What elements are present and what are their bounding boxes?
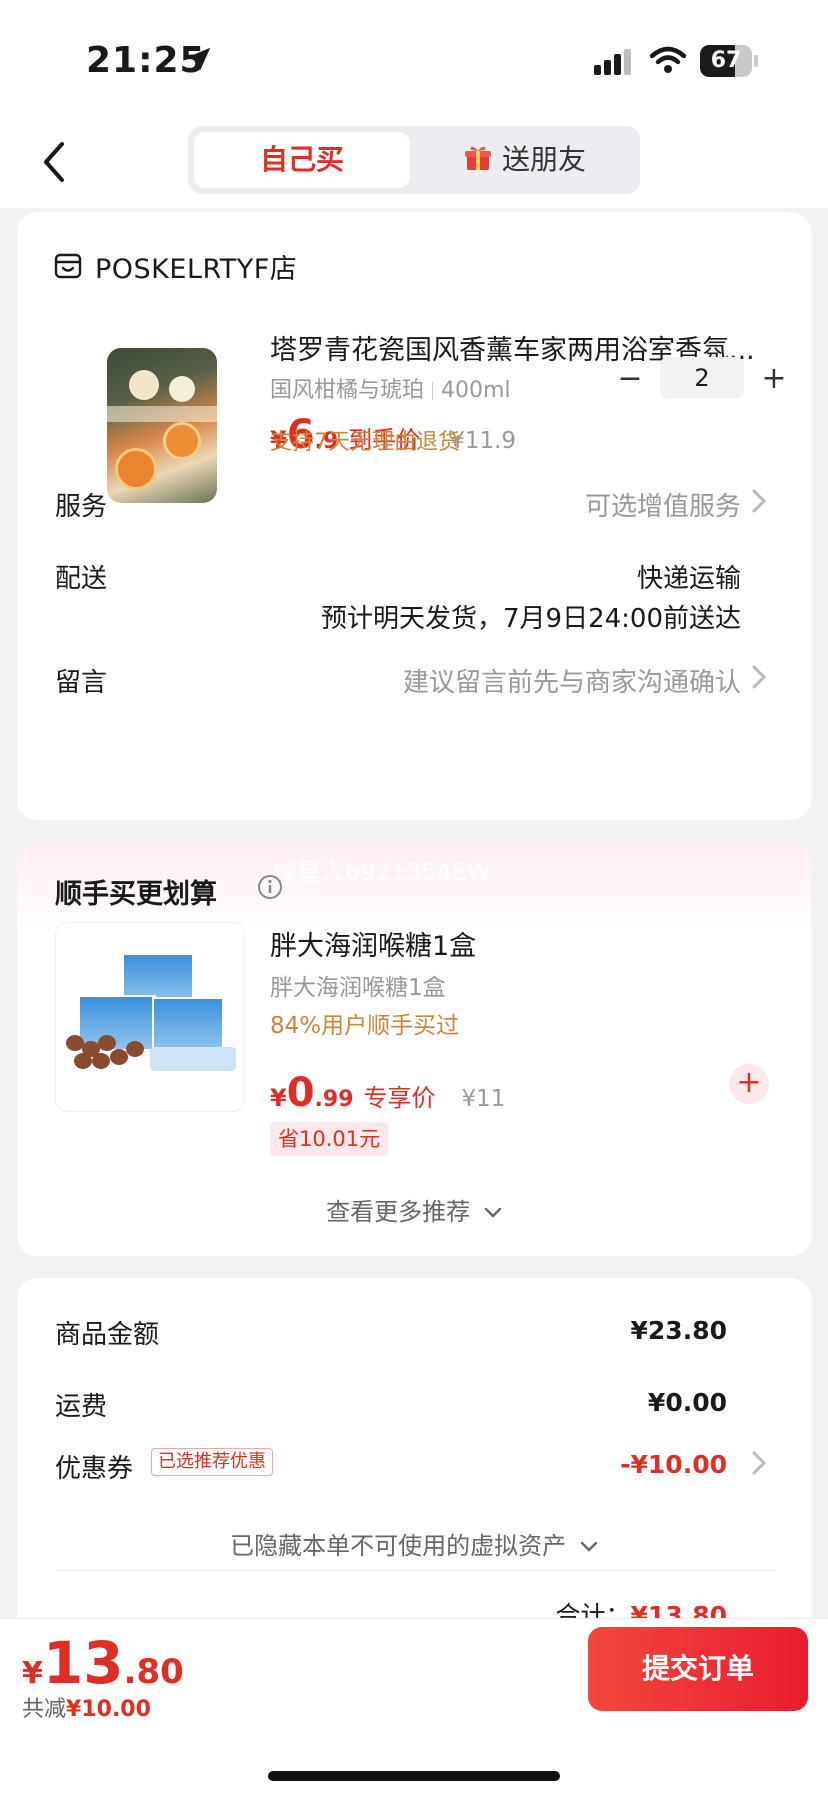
submit-order-button[interactable]: 提交订单 (588, 1627, 808, 1711)
tab-send-to-friend[interactable]: 送朋友 (416, 132, 634, 188)
divider (55, 1570, 775, 1571)
hidden-assets-toggle[interactable]: 已隐藏本单不可使用的虚拟资产 (17, 1526, 811, 1561)
coupon-value[interactable]: -¥10.00 (620, 1450, 727, 1479)
signal-icon (594, 49, 631, 75)
original-price: ¥11 (461, 1086, 506, 1112)
addon-popularity: 84%用户顺手买过 (270, 1013, 460, 1039)
watermark: 慢星人6921354EW (273, 858, 491, 886)
chevron-left-icon[interactable] (40, 140, 70, 184)
delivery-method: 快递运输 (636, 564, 741, 594)
note-label: 留言 (55, 668, 108, 698)
addon-product-image[interactable] (55, 922, 245, 1112)
hidden-assets-label: 已隐藏本单不可使用的虚拟资产 (230, 1532, 567, 1560)
delivery-eta: 预计明天发货，7月9日24:00前送达 (320, 604, 741, 634)
tab-send-to-friend-label: 送朋友 (501, 143, 586, 176)
order-card: POSKELRTYF店 塔罗青花瓷国风香薰车家两用浴室香氛... 国风柑橘与琥珀… (17, 212, 811, 820)
price-decimal: .80 (123, 1652, 184, 1692)
add-addon-button[interactable]: + (729, 1064, 769, 1104)
price-tag: 专享价 (363, 1084, 436, 1112)
addon-price: ¥ 0 .99 专享价 ¥11 (270, 1070, 505, 1116)
shipping-label: 运费 (55, 1392, 108, 1422)
goods-amount-label: 商品金额 (55, 1320, 160, 1350)
goods-amount-value: ¥23.80 (630, 1316, 727, 1345)
more-recommendations-link[interactable]: 查看更多推荐 (17, 1192, 811, 1227)
service-value[interactable]: 可选增值服务 (585, 486, 741, 523)
chevron-down-icon (484, 1207, 502, 1218)
chevron-right-icon[interactable] (751, 488, 767, 514)
decrease-quantity-button[interactable]: − (610, 361, 650, 396)
service-label: 服务 (55, 492, 108, 522)
savings-value: ¥10.00 (66, 1697, 151, 1722)
more-recommendations-label: 查看更多推荐 (326, 1198, 471, 1226)
addon-product-spec: 胖大海润喉糖1盒 (270, 975, 446, 1001)
price-decimal: .99 (314, 1087, 354, 1112)
checkout-price: ¥ 13 .80 (22, 1629, 184, 1697)
price-integer: 0 (286, 1070, 315, 1116)
store-icon (54, 253, 82, 279)
purchase-mode-switch: 自己买 送朋友 (188, 126, 640, 194)
spec-scent: 国风柑橘与琥珀 (270, 378, 425, 403)
chevron-right-icon[interactable] (751, 1450, 767, 1476)
coupon-recommended-badge: 已选推荐优惠 (151, 1448, 273, 1476)
tab-buy-for-self[interactable]: 自己买 (194, 132, 410, 188)
total-savings: 共减¥10.00 (22, 1691, 151, 1723)
gift-icon (464, 146, 491, 170)
quantity-field[interactable]: 2 (660, 357, 744, 399)
note-input[interactable]: 建议留言前先与商家沟通确认 (403, 662, 741, 699)
shipping-value: ¥0.00 (647, 1388, 727, 1417)
quantity-stepper: − 2 + (610, 356, 794, 400)
shop-row[interactable]: POSKELRTYF店 (53, 246, 297, 286)
addon-card: 慢星人6921354EW 顺手买更划算 胖大海润喉糖1盒 胖大海润喉糖1盒 84… (17, 842, 811, 1256)
addon-savings-badge: 省10.01元 (270, 1122, 389, 1156)
battery-percent: 67 (710, 48, 742, 73)
savings-label: 共减 (22, 1697, 67, 1722)
addon-title: 顺手买更划算 (55, 879, 217, 910)
addon-product-name[interactable]: 胖大海润喉糖1盒 (270, 924, 476, 963)
delivery-label: 配送 (55, 564, 108, 594)
product-image[interactable] (107, 348, 217, 503)
status-bar: 21:25 67 (0, 0, 828, 120)
coupon-label: 优惠券 (55, 1454, 134, 1484)
nav-bar: 自己买 送朋友 (0, 120, 828, 208)
info-icon[interactable] (257, 874, 283, 900)
wifi-icon (650, 46, 686, 73)
location-arrow-icon (187, 47, 211, 71)
price-summary-card: 商品金额 ¥23.80 运费 ¥0.00 优惠券 已选推荐优惠 -¥10.00 … (17, 1278, 811, 1638)
price-currency: ¥ (270, 1084, 287, 1112)
spec-volume: 400ml (441, 378, 511, 403)
shop-name: POSKELRTYF店 (95, 253, 298, 285)
return-policy-note: 支持7天无理由退货 (270, 430, 460, 455)
original-price: ¥11.9 (450, 428, 517, 454)
product-spec[interactable]: 国风柑橘与琥珀 400ml (270, 372, 511, 404)
increase-quantity-button[interactable]: + (754, 361, 794, 396)
price-integer: 13 (42, 1629, 124, 1697)
home-indicator (268, 1771, 560, 1781)
chevron-down-icon (580, 1541, 598, 1552)
price-currency: ¥ (22, 1656, 43, 1691)
chevron-right-icon[interactable] (751, 664, 767, 690)
battery-icon: 67 (700, 45, 758, 77)
checkout-bar: ¥ 13 .80 共减¥10.00 提交订单 (0, 1618, 828, 1796)
